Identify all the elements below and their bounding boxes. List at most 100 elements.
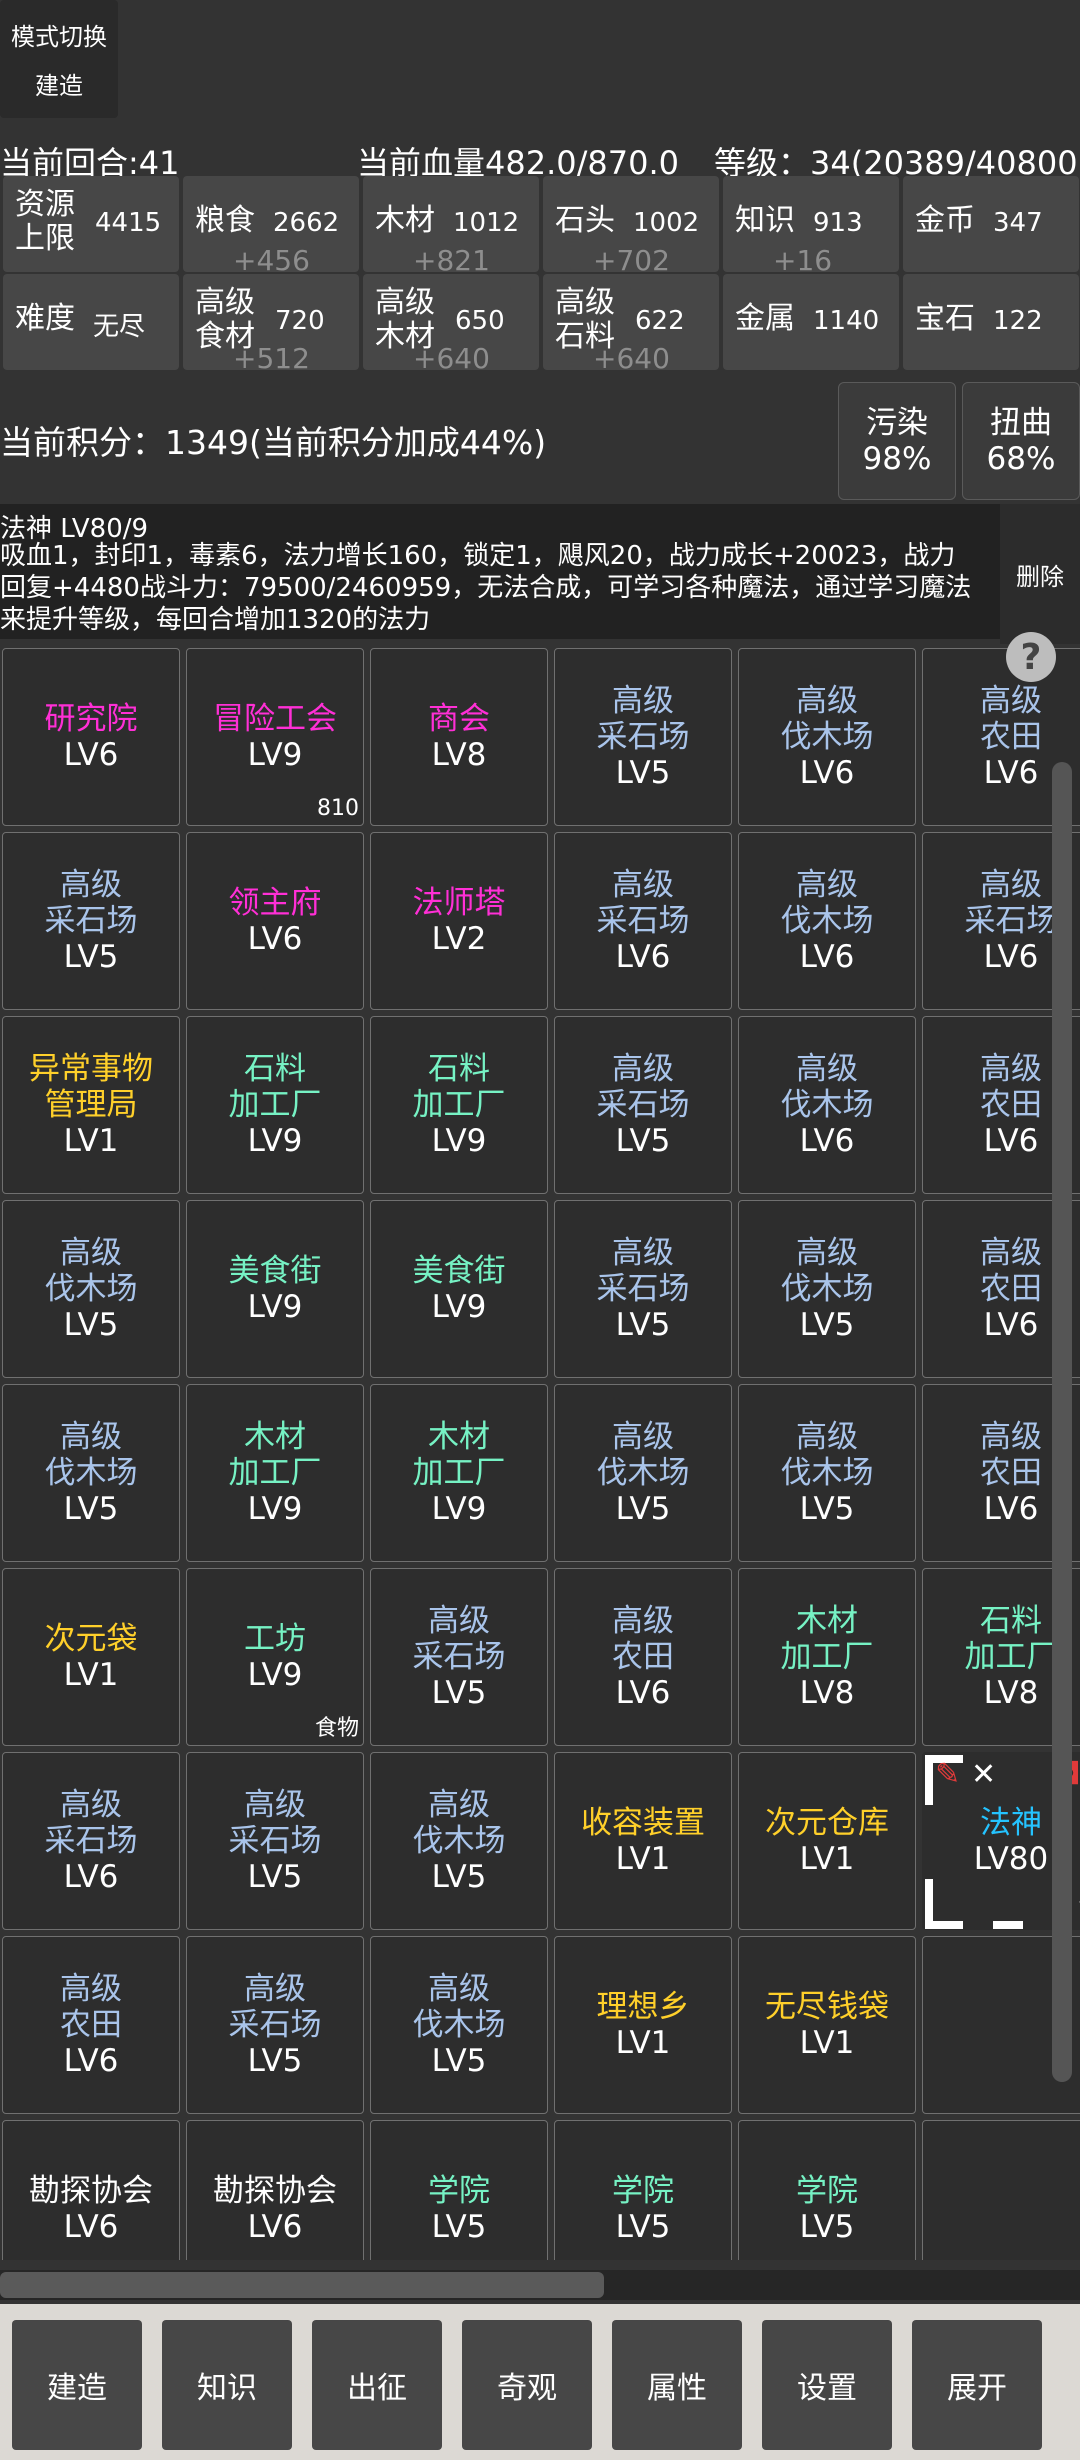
building-cell[interactable]: 学院 LV5: [738, 2120, 916, 2260]
building-cell[interactable]: 高级 农田 LV6: [554, 1568, 732, 1746]
building-cell[interactable]: 高级 伐木场 LV5: [2, 1200, 180, 1378]
building-cell[interactable]: 高级 采石场 LV5: [186, 1936, 364, 2114]
nav-button-settings[interactable]: 设置: [762, 2320, 892, 2450]
building-cell[interactable]: 美食街 LV9: [370, 1200, 548, 1378]
nav-button-expand[interactable]: 展开: [912, 2320, 1042, 2450]
building-level: LV6: [983, 1491, 1039, 1527]
delete-button[interactable]: 删除: [1000, 504, 1080, 644]
building-cell[interactable]: 高级 采石场 LV5: [2, 832, 180, 1010]
building-cell[interactable]: 高级 伐木场 LV5: [554, 1384, 732, 1562]
building-name: 高级 采石场: [596, 867, 690, 939]
building-cell[interactable]: 高级 采石场 LV5: [554, 1200, 732, 1378]
building-cell[interactable]: 冒险工会 LV9 810: [186, 648, 364, 826]
nav-button-expedition[interactable]: 出征: [312, 2320, 442, 2450]
building-cell[interactable]: 高级 采石场 LV6: [554, 832, 732, 1010]
building-level: LV6: [983, 755, 1039, 791]
building-cell[interactable]: 收容装置 LV1: [554, 1752, 732, 1930]
building-level: LV9: [431, 1491, 487, 1527]
building-level: LV6: [983, 1307, 1039, 1343]
resource-increment: +16: [773, 244, 833, 277]
mode-build-label: 建造: [35, 72, 83, 100]
building-level: LV2: [431, 921, 487, 957]
resource-increment: +640: [413, 342, 490, 375]
building-cell[interactable]: 次元仓库 LV1: [738, 1752, 916, 1930]
horizontal-scrollbar[interactable]: [0, 2272, 604, 2298]
building-cell[interactable]: 石料 加工厂 LV9: [370, 1016, 548, 1194]
building-cell[interactable]: 高级 伐木场 LV5: [370, 1936, 548, 2114]
resource-value: 622: [635, 306, 685, 336]
nav-button-wonder[interactable]: 奇观: [462, 2320, 592, 2450]
building-cell[interactable]: 勘探协会 LV6: [186, 2120, 364, 2260]
building-cell[interactable]: 勘探协会 LV6: [2, 2120, 180, 2260]
building-level: LV6: [63, 2209, 119, 2245]
resource-value: 1140: [813, 306, 880, 336]
building-cell[interactable]: 异常事物 管理局 LV1: [2, 1016, 180, 1194]
vertical-scrollbar[interactable]: [1052, 762, 1072, 2082]
building-cell[interactable]: 高级 伐木场 LV5: [738, 1200, 916, 1378]
empty-building-slot[interactable]: [922, 2120, 1080, 2260]
building-cell[interactable]: 高级 采石场 LV5: [554, 1016, 732, 1194]
building-cell[interactable]: 工坊 LV9 食物: [186, 1568, 364, 1746]
building-cell[interactable]: 高级 采石场 LV5: [186, 1752, 364, 1930]
building-cell[interactable]: 理想乡 LV1: [554, 1936, 732, 2114]
resource-value: 913: [813, 208, 863, 238]
building-cell[interactable]: 美食街 LV9: [186, 1200, 364, 1378]
resource-cell: 难度 无尽: [3, 274, 179, 370]
building-cell[interactable]: 无尽钱袋 LV1: [738, 1936, 916, 2114]
nav-button-knowledge[interactable]: 知识: [162, 2320, 292, 2450]
building-cell[interactable]: 研究院 LV6: [2, 648, 180, 826]
building-level: LV6: [799, 939, 855, 975]
distortion-button[interactable]: 扭曲 68%: [962, 382, 1080, 500]
pollution-button[interactable]: 污染 98%: [838, 382, 956, 500]
building-cell[interactable]: 商会 LV8: [370, 648, 548, 826]
hero-description: 吸血1，封印1，毒素6，法力增长160，锁定1，飓风20，战力成长+20023，…: [0, 541, 972, 635]
resource-cell: 宝石 122: [903, 274, 1079, 370]
building-level: LV1: [615, 1841, 671, 1877]
nav-button-build[interactable]: 建造: [12, 2320, 142, 2450]
building-name: 高级 采石场: [228, 1787, 322, 1859]
building-level: LV5: [247, 1859, 303, 1895]
building-level: LV6: [247, 2209, 303, 2245]
nav-button-attributes[interactable]: 属性: [612, 2320, 742, 2450]
building-name: 高级 伐木场: [780, 867, 874, 939]
building-cell[interactable]: 高级 采石场 LV5: [554, 648, 732, 826]
building-name: 高级 伐木场: [780, 1235, 874, 1307]
building-cell[interactable]: 次元袋 LV1: [2, 1568, 180, 1746]
building-cell[interactable]: 高级 采石场 LV6: [2, 1752, 180, 1930]
building-level: LV1: [799, 2025, 855, 2061]
building-cell[interactable]: 木材 加工厂 LV9: [370, 1384, 548, 1562]
resource-cell: 金币 347: [903, 176, 1079, 272]
building-cell[interactable]: 高级 伐木场 LV5: [738, 1384, 916, 1562]
building-cell[interactable]: 领主府 LV6: [186, 832, 364, 1010]
building-cell[interactable]: 高级 伐木场 LV5: [370, 1752, 548, 1930]
building-level: LV6: [983, 1123, 1039, 1159]
building-cell[interactable]: 学院 LV5: [370, 2120, 548, 2260]
building-level: LV5: [431, 2209, 487, 2245]
building-level: LV6: [63, 2043, 119, 2079]
resource-value: 4415: [95, 208, 162, 238]
building-level: LV5: [799, 2209, 855, 2245]
building-cell[interactable]: 高级 农田 LV6: [2, 1936, 180, 2114]
building-level: LV5: [63, 1491, 119, 1527]
building-cell[interactable]: 石料 加工厂 LV9: [186, 1016, 364, 1194]
building-cell[interactable]: 高级 伐木场 LV6: [738, 648, 916, 826]
building-cell[interactable]: 木材 加工厂 LV9: [186, 1384, 364, 1562]
building-name: 勘探协会: [213, 2173, 337, 2209]
help-icon[interactable]: ?: [1006, 632, 1056, 682]
building-name: 无尽钱袋: [765, 1989, 889, 2025]
building-cell[interactable]: 高级 采石场 LV5: [370, 1568, 548, 1746]
building-cell[interactable]: 学院 LV5: [554, 2120, 732, 2260]
building-cell[interactable]: 高级 伐木场 LV6: [738, 1016, 916, 1194]
building-cell[interactable]: 木材 加工厂 LV8: [738, 1568, 916, 1746]
resource-cell: 木材 1012 +821: [363, 176, 539, 277]
building-cell[interactable]: 高级 伐木场 LV6: [738, 832, 916, 1010]
resource-name: 金属: [735, 301, 795, 336]
edit-icon[interactable]: ✎: [935, 1757, 960, 1793]
building-name: 高级 伐木场: [596, 1419, 690, 1491]
building-cell[interactable]: 法师塔 LV2: [370, 832, 548, 1010]
building-cell[interactable]: 高级 伐木场 LV5: [2, 1384, 180, 1562]
mode-switch-button[interactable]: 模式切换 建造: [0, 0, 118, 118]
distortion-label: 扭曲: [990, 405, 1052, 441]
close-icon[interactable]: ✕: [971, 1757, 996, 1793]
pollution-label: 污染: [866, 405, 928, 441]
